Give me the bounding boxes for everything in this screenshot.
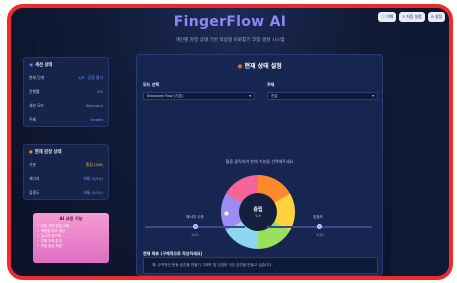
focus-value: 5/10	[316, 233, 324, 237]
focus-slider-thumb[interactable]	[317, 224, 322, 229]
session-status-heading: ▣ 세션 상태	[29, 63, 53, 68]
wheel-center-value: 5/8	[255, 214, 261, 218]
theme-label: 주제	[267, 82, 275, 87]
settings-button[interactable]: ⚙설정	[427, 12, 445, 22]
energy-slider-thumb[interactable]	[192, 224, 198, 229]
info-icon: ⓘ	[381, 14, 386, 19]
app-frame: FingerFlow AI 개인별 감정 상태 기반 적응형 미로찾기 코칭 생…	[7, 4, 453, 280]
session-status-card: ▣ 세션 상태 현재 단계 1/5 · 감정 평가 진행률 0% 세션 모드 Stand…	[23, 57, 109, 127]
top-buttons: ⓘ이해 ↻처음 설정 ⚙설정	[378, 12, 445, 22]
status-row-progress: 진행률 0%	[29, 89, 103, 94]
main-title: ◉ 현재 상태 설정	[237, 63, 282, 70]
emotion-status-heading: ● 현재 감정 상태	[29, 150, 62, 155]
theme-select[interactable]: 건강 ▾	[267, 92, 378, 100]
emotion-status-card: ● 현재 감정 상태 기분 중립 (5/8) 에너지 보통 (5/10) 집중도 보통 …	[23, 144, 109, 200]
chart-icon: ▣	[29, 63, 34, 68]
chevron-down-icon: ▾	[249, 94, 251, 98]
help-button[interactable]: ⓘ이해	[378, 12, 397, 22]
reset-button[interactable]: ↻처음 설정	[399, 12, 425, 22]
right-panel	[391, 54, 449, 276]
emotion-row-mood: 기분 중립 (5/8)	[29, 162, 103, 167]
feature-item: ✓ 목표 달성 지원	[37, 244, 62, 248]
status-row-topic: 주제 Health	[29, 117, 103, 122]
target-icon: ◉	[237, 63, 243, 70]
wheel-selector-handle[interactable]	[224, 211, 229, 216]
gear-icon: ⚙	[430, 14, 434, 19]
energy-value: 5/10	[191, 233, 199, 237]
app-subtitle: 개인별 감정 상태 기반 적응형 미로찾기 코칭 생성 시스템	[175, 38, 285, 43]
wheel-hint: 휠을 클릭하여 현재 기분을 선택해주세요	[225, 159, 294, 164]
chevron-down-icon: ▾	[372, 94, 374, 98]
emotion-row-focus: 집중도 보통 (5/10)	[29, 190, 103, 195]
mode-select[interactable]: Standard Flow (기본) ▾	[143, 92, 255, 100]
mode-label: 모드 선택	[143, 82, 160, 87]
status-row-stage: 현재 단계 1/5 · 감정 평가	[29, 75, 103, 80]
palette-icon: ●	[29, 150, 33, 155]
ai-coaching-title: AI 코칭 기능	[59, 216, 83, 221]
status-row-mode: 세션 모드 Standard	[29, 103, 103, 108]
refresh-icon: ↻	[402, 14, 406, 19]
focus-label: 집중도	[313, 215, 323, 219]
main-panel: ◉ 현재 상태 설정 모드 선택 Standard Flow (기본) ▾ 주제 건…	[136, 54, 383, 276]
wheel-center-label: 중립	[253, 207, 263, 213]
emotion-row-energy: 에너지 보통 (5/10)	[29, 176, 103, 181]
ai-coaching-card: AI 코칭 기능 ✓ 감정 기반 맞춤 코칭 ✓ 적응형 미로 생성 ✓ 실시간…	[33, 213, 109, 263]
feature-list: ✓ 감정 기반 맞춤 코칭 ✓ 적응형 미로 생성 ✓ 실시간 피드백 ✓ 진행…	[37, 224, 105, 249]
energy-label: 에너지 수준	[186, 215, 204, 219]
goal-textarea[interactable]: 예: 규칙적인 운동 습관을 만들기 그래프 및 건강한 식단 습관을 만들고 …	[143, 257, 378, 274]
